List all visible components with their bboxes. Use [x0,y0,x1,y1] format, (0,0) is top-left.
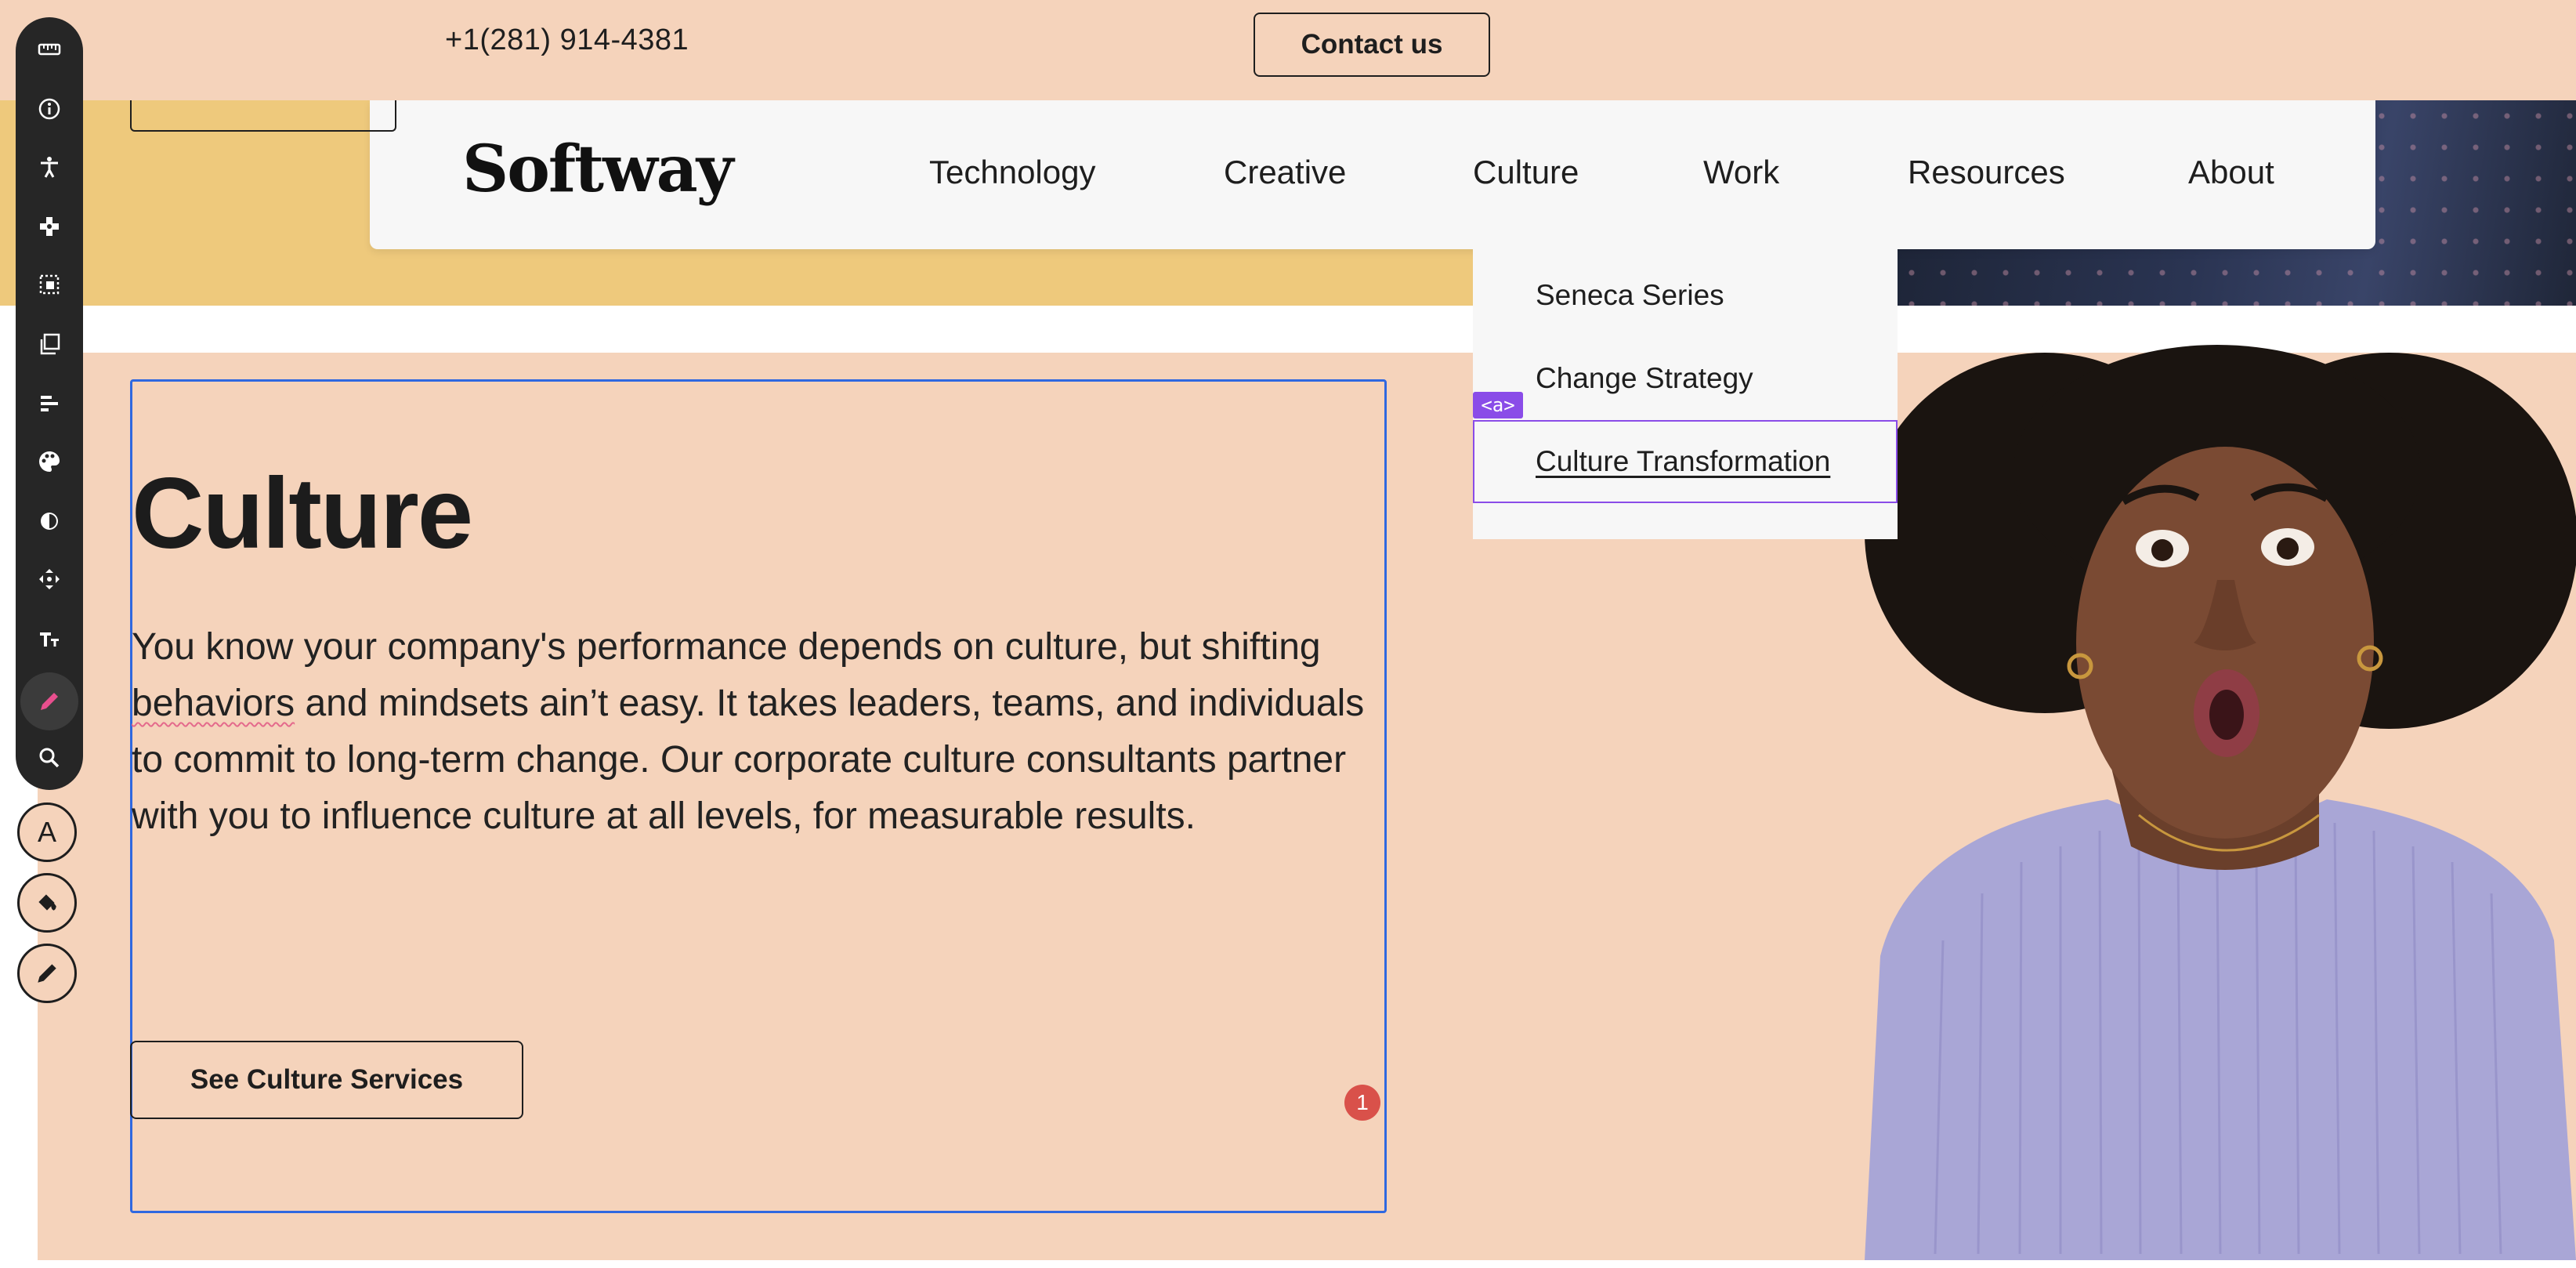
menu-item-change-strategy[interactable]: Change Strategy [1536,362,1753,395]
nav-about[interactable]: About [2188,154,2274,191]
align-icon[interactable] [31,386,67,422]
nav-technology[interactable]: Technology [929,154,1095,191]
nav-work[interactable]: Work [1703,154,1779,191]
pencil-icon[interactable] [31,683,67,719]
text-style-tool[interactable]: A [17,802,77,862]
draw-pencil-icon[interactable] [17,944,77,1003]
ruler-icon[interactable] [31,31,67,67]
element-tag-label: <a> [1473,392,1523,418]
move-icon[interactable] [31,561,67,597]
site-logo[interactable]: Softway [462,132,733,207]
accessibility-icon[interactable] [31,149,67,185]
fill-bucket-icon[interactable] [17,873,77,933]
phone-number[interactable]: +1(281) 914-4381 [445,24,689,57]
spellcheck-flagged-word[interactable]: behaviors [132,683,295,724]
select-area-icon[interactable] [31,266,67,303]
intro-paragraph: You know your company's performance depe… [132,619,1385,845]
palette-icon[interactable] [31,444,67,480]
info-icon[interactable] [31,91,67,127]
contact-us-button[interactable]: Contact us [1254,13,1490,77]
nav-resources[interactable]: Resources [1908,154,2065,191]
intro-paragraph-end: and mindsets ain’t easy. It takes leader… [132,683,1365,837]
nav-creative[interactable]: Creative [1224,154,1346,191]
menu-item-culture-transformation[interactable]: Culture Transformation [1536,445,1830,478]
intro-paragraph-start: You know your company's performance depe… [132,626,1321,668]
menu-item-seneca-series[interactable]: Seneca Series [1536,279,1724,312]
issue-count-badge[interactable]: 1 [1344,1085,1380,1121]
gamepad-icon[interactable] [31,208,67,245]
contrast-icon[interactable] [31,503,67,539]
copy-icon[interactable] [31,326,67,362]
nav-culture[interactable]: Culture [1473,154,1579,191]
surprised-woman-photo [1865,345,2576,1260]
page-title: Culture [132,458,473,570]
text-size-icon[interactable] [31,621,67,657]
see-culture-services-button[interactable]: See Culture Services [130,1041,523,1119]
search-icon[interactable] [31,740,67,776]
